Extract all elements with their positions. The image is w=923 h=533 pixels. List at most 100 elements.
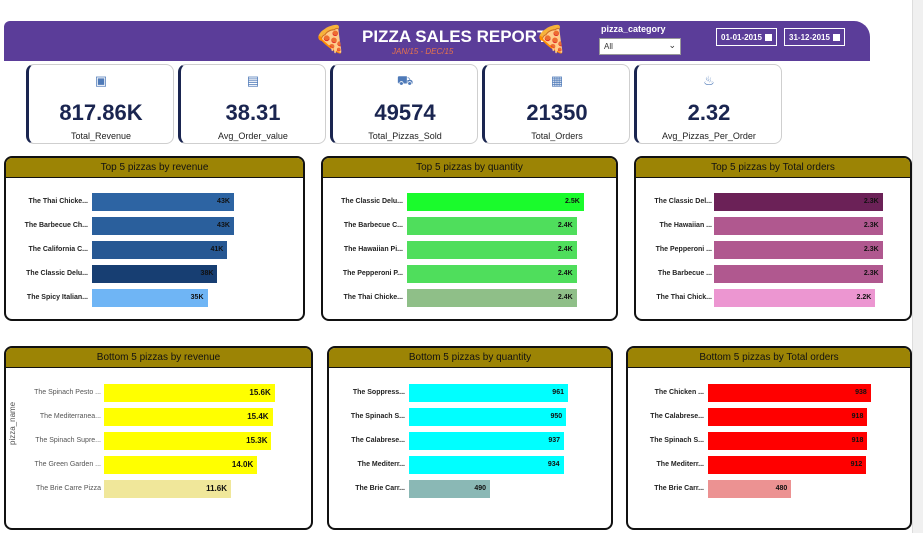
data-label: 2.3K xyxy=(863,246,879,253)
bar[interactable]: 2.3K xyxy=(714,265,883,283)
bar[interactable]: 480 xyxy=(708,480,792,498)
bar-row: The Spinach S... 918 xyxy=(628,432,910,450)
kpi-value: 21350 xyxy=(526,100,588,125)
bar-row: The Spinach Supre... 15.3K xyxy=(6,432,311,450)
kpi-card-revenue: ▣ 817.86K Total_Revenue xyxy=(26,64,174,144)
chart-bottom-quantity: Bottom 5 pizzas by quantity The Soppress… xyxy=(327,346,613,530)
y-axis-label: pizza_name xyxy=(8,401,17,445)
category-label: The Barbecue C... xyxy=(343,222,403,229)
calendar-icon xyxy=(764,34,772,42)
bar[interactable]: 38K xyxy=(92,265,218,283)
bar[interactable]: 918 xyxy=(708,432,868,450)
bar-row: The Spinach Pesto ... 15.6K xyxy=(6,384,311,402)
data-label: 912 xyxy=(850,461,863,468)
page-title: PIZZA SALES REPORT xyxy=(362,27,548,46)
bar[interactable]: 490 xyxy=(409,480,491,498)
bar-row: The Classic Delu... 38K xyxy=(6,265,303,283)
data-label: 38K xyxy=(200,270,214,277)
bar[interactable]: 43K xyxy=(92,217,234,235)
orders-icon: ▦ xyxy=(550,73,564,88)
category-label: The Soppress... xyxy=(352,389,405,396)
chart-title: Bottom 5 pizzas by revenue xyxy=(6,348,311,368)
chart-top-revenue: Top 5 pizzas by revenue The Thai Chicke.… xyxy=(4,156,305,321)
category-label: The Classic Delu... xyxy=(26,270,88,277)
bar[interactable]: 41K xyxy=(92,241,228,259)
category-label: The Spicy Italian... xyxy=(26,294,88,301)
bar[interactable]: 2.4K xyxy=(407,265,577,283)
data-label: 950 xyxy=(550,413,563,420)
bar-row: The Hawaiian Pi... 2.4K xyxy=(323,241,616,259)
chef-icon: ♨ xyxy=(703,73,715,88)
chart-title: Bottom 5 pizzas by quantity xyxy=(329,348,611,368)
bar-row: The Mediterr... 912 xyxy=(628,456,910,474)
bar-row: The Spinach S... 950 xyxy=(329,408,611,426)
data-label: 15.4K xyxy=(247,412,269,421)
kpi-label: Total_Pizzas_Sold xyxy=(368,131,442,141)
bar-row: The California C... 41K xyxy=(6,241,303,259)
kpi-value: 49574 xyxy=(374,100,436,125)
chart-top-orders: Top 5 pizzas by Total orders The Classic… xyxy=(634,156,912,321)
category-label: The Chicken ... xyxy=(654,389,704,396)
category-label: The California C... xyxy=(28,246,88,253)
data-label: 11.6K xyxy=(206,484,227,493)
bar[interactable]: 918 xyxy=(708,408,868,426)
end-date-picker[interactable]: 31-12-2015 xyxy=(784,28,845,46)
bar[interactable]: 43K xyxy=(92,193,234,211)
category-label: The Barbecue ... xyxy=(657,270,712,277)
bar[interactable]: 937 xyxy=(409,432,565,450)
chart-top-quantity: Top 5 pizzas by quantity The Classic Del… xyxy=(321,156,618,321)
bar[interactable]: 2.3K xyxy=(714,217,883,235)
bar-row: The Brie Carre Pizza 11.6K xyxy=(6,480,311,498)
bar[interactable]: 961 xyxy=(409,384,568,402)
bar[interactable]: 15.3K xyxy=(104,432,272,450)
category-label: The Classic Del... xyxy=(654,198,712,205)
bar[interactable]: 950 xyxy=(409,408,567,426)
bar[interactable]: 2.4K xyxy=(407,241,577,259)
data-label: 35K xyxy=(190,294,204,301)
category-label: The Spinach S... xyxy=(350,413,405,420)
bar[interactable]: 15.6K xyxy=(104,384,275,402)
vertical-scrollbar[interactable] xyxy=(912,0,923,533)
receipt-icon: ▤ xyxy=(246,73,260,88)
category-label: The Spinach Pesto ... xyxy=(34,389,101,396)
category-label: The Thai Chicke... xyxy=(343,294,403,301)
bar-row: The Classic Delu... 2.5K xyxy=(323,193,616,211)
category-label: The Mediterranea... xyxy=(39,413,101,420)
kpi-card-avg-pizzas: ♨ 2.32 Avg_Pizzas_Per_Order xyxy=(634,64,782,144)
bar[interactable]: 14.0K xyxy=(104,456,258,474)
category-label: The Hawaiian Pi... xyxy=(343,246,403,253)
bar-row: The Brie Carr... 480 xyxy=(628,480,910,498)
category-label: The Calabrese... xyxy=(650,413,704,420)
bar[interactable]: 15.4K xyxy=(104,408,273,426)
bar[interactable]: 938 xyxy=(708,384,871,402)
bar[interactable]: 2.4K xyxy=(407,289,577,307)
data-label: 934 xyxy=(547,461,560,468)
bar[interactable]: 934 xyxy=(409,456,564,474)
data-label: 2.4K xyxy=(557,270,573,277)
pizza-slice-icon: 🍕 xyxy=(535,24,568,54)
bar[interactable]: 2.5K xyxy=(407,193,584,211)
bar[interactable]: 2.4K xyxy=(407,217,577,235)
data-label: 2.4K xyxy=(557,294,573,301)
kpi-card-total-orders: ▦ 21350 Total_Orders xyxy=(482,64,630,144)
bar-row: The Thai Chick... 2.2K xyxy=(636,289,910,307)
bar-row: The Soppress... 961 xyxy=(329,384,611,402)
category-label: The Brie Carre Pizza xyxy=(36,485,101,492)
bar[interactable]: 2.3K xyxy=(714,241,883,259)
data-label: 918 xyxy=(851,437,864,444)
bar[interactable]: 912 xyxy=(708,456,867,474)
bar[interactable]: 35K xyxy=(92,289,208,307)
data-label: 2.4K xyxy=(557,222,573,229)
category-filter-select[interactable]: All ⌄ xyxy=(599,38,681,55)
bar[interactable]: 11.6K xyxy=(104,480,231,498)
bar[interactable]: 2.2K xyxy=(714,289,876,307)
bar-row: The Hawaiian ... 2.3K xyxy=(636,217,910,235)
kpi-card-pizzas-sold: ⛟ 49574 Total_Pizzas_Sold xyxy=(330,64,478,144)
kpi-value: 2.32 xyxy=(687,100,731,125)
bar-row: The Mediterranea... 15.4K xyxy=(6,408,311,426)
start-date-picker[interactable]: 01-01-2015 xyxy=(716,28,777,46)
chart-title: Top 5 pizzas by Total orders xyxy=(636,158,910,178)
kpi-label: Avg_Order_value xyxy=(218,131,288,141)
bar-row: The Classic Del... 2.3K xyxy=(636,193,910,211)
bar[interactable]: 2.3K xyxy=(714,193,883,211)
